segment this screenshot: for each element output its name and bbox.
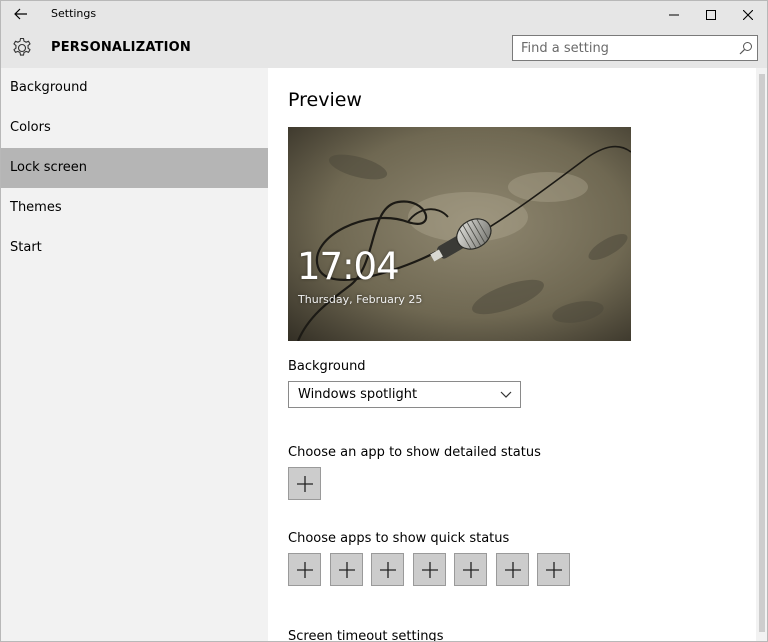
plus-icon	[379, 561, 396, 578]
search-input[interactable]	[513, 36, 733, 60]
preview-time: 17:04	[297, 245, 400, 288]
plus-icon	[421, 561, 438, 578]
minimize-icon	[669, 14, 679, 15]
plus-icon	[296, 561, 313, 578]
background-dropdown[interactable]: Windows spotlight	[288, 381, 521, 408]
sidebar: Background Colors Lock screen Themes Sta…	[1, 68, 268, 641]
maximize-button[interactable]	[692, 1, 730, 28]
search-box[interactable]	[512, 35, 758, 61]
quick-status-add-button-1[interactable]	[288, 553, 321, 586]
preview-background-image	[288, 127, 631, 341]
settings-window: Settings PERSONALIZATION Find a setting …	[0, 0, 768, 642]
plus-icon	[545, 561, 562, 578]
quick-status-add-button-4[interactable]	[413, 553, 446, 586]
chevron-down-icon	[500, 391, 512, 398]
quick-status-add-button-5[interactable]	[454, 553, 487, 586]
back-arrow-icon	[14, 8, 27, 20]
plus-icon	[462, 561, 479, 578]
preview-date: Thursday, February 25	[298, 293, 423, 306]
title-bar: Settings	[1, 1, 767, 28]
plus-icon	[296, 475, 313, 492]
sidebar-item-lock-screen[interactable]: Lock screen	[1, 148, 268, 188]
detailed-status-label: Choose an app to show detailed status	[288, 445, 541, 460]
page-title: PERSONALIZATION	[51, 40, 192, 55]
scrollbar[interactable]	[756, 68, 767, 641]
app-title: Settings	[51, 7, 97, 20]
back-button[interactable]	[7, 3, 35, 25]
quick-status-add-button-2[interactable]	[330, 553, 363, 586]
screen-timeout-settings-link[interactable]: Screen timeout settings	[288, 629, 443, 641]
background-dropdown-value: Windows spotlight	[298, 387, 418, 402]
main-content: Preview 17:04 Thursday, February 25 Back…	[268, 68, 756, 641]
settings-header: PERSONALIZATION	[1, 28, 767, 68]
maximize-icon	[706, 9, 716, 20]
quick-status-label: Choose apps to show quick status	[288, 531, 510, 546]
sidebar-item-background[interactable]: Background	[1, 68, 268, 108]
quick-status-add-button-3[interactable]	[371, 553, 404, 586]
preview-heading: Preview	[288, 89, 362, 111]
sidebar-item-themes[interactable]: Themes	[1, 188, 268, 228]
quick-status-add-button-7[interactable]	[537, 553, 570, 586]
close-button[interactable]	[729, 1, 767, 28]
gear-icon	[13, 37, 31, 56]
quick-status-add-button-6[interactable]	[496, 553, 529, 586]
plus-icon	[338, 561, 355, 578]
background-label: Background	[288, 359, 366, 374]
lock-screen-preview: 17:04 Thursday, February 25	[288, 127, 631, 341]
detailed-status-add-button[interactable]	[288, 467, 321, 500]
sidebar-item-start[interactable]: Start	[1, 228, 268, 268]
sidebar-item-colors[interactable]: Colors	[1, 108, 268, 148]
search-icon[interactable]	[739, 41, 753, 55]
minimize-button[interactable]	[655, 1, 693, 28]
scrollbar-thumb[interactable]	[759, 74, 765, 632]
plus-icon	[504, 561, 521, 578]
close-icon	[743, 9, 753, 20]
